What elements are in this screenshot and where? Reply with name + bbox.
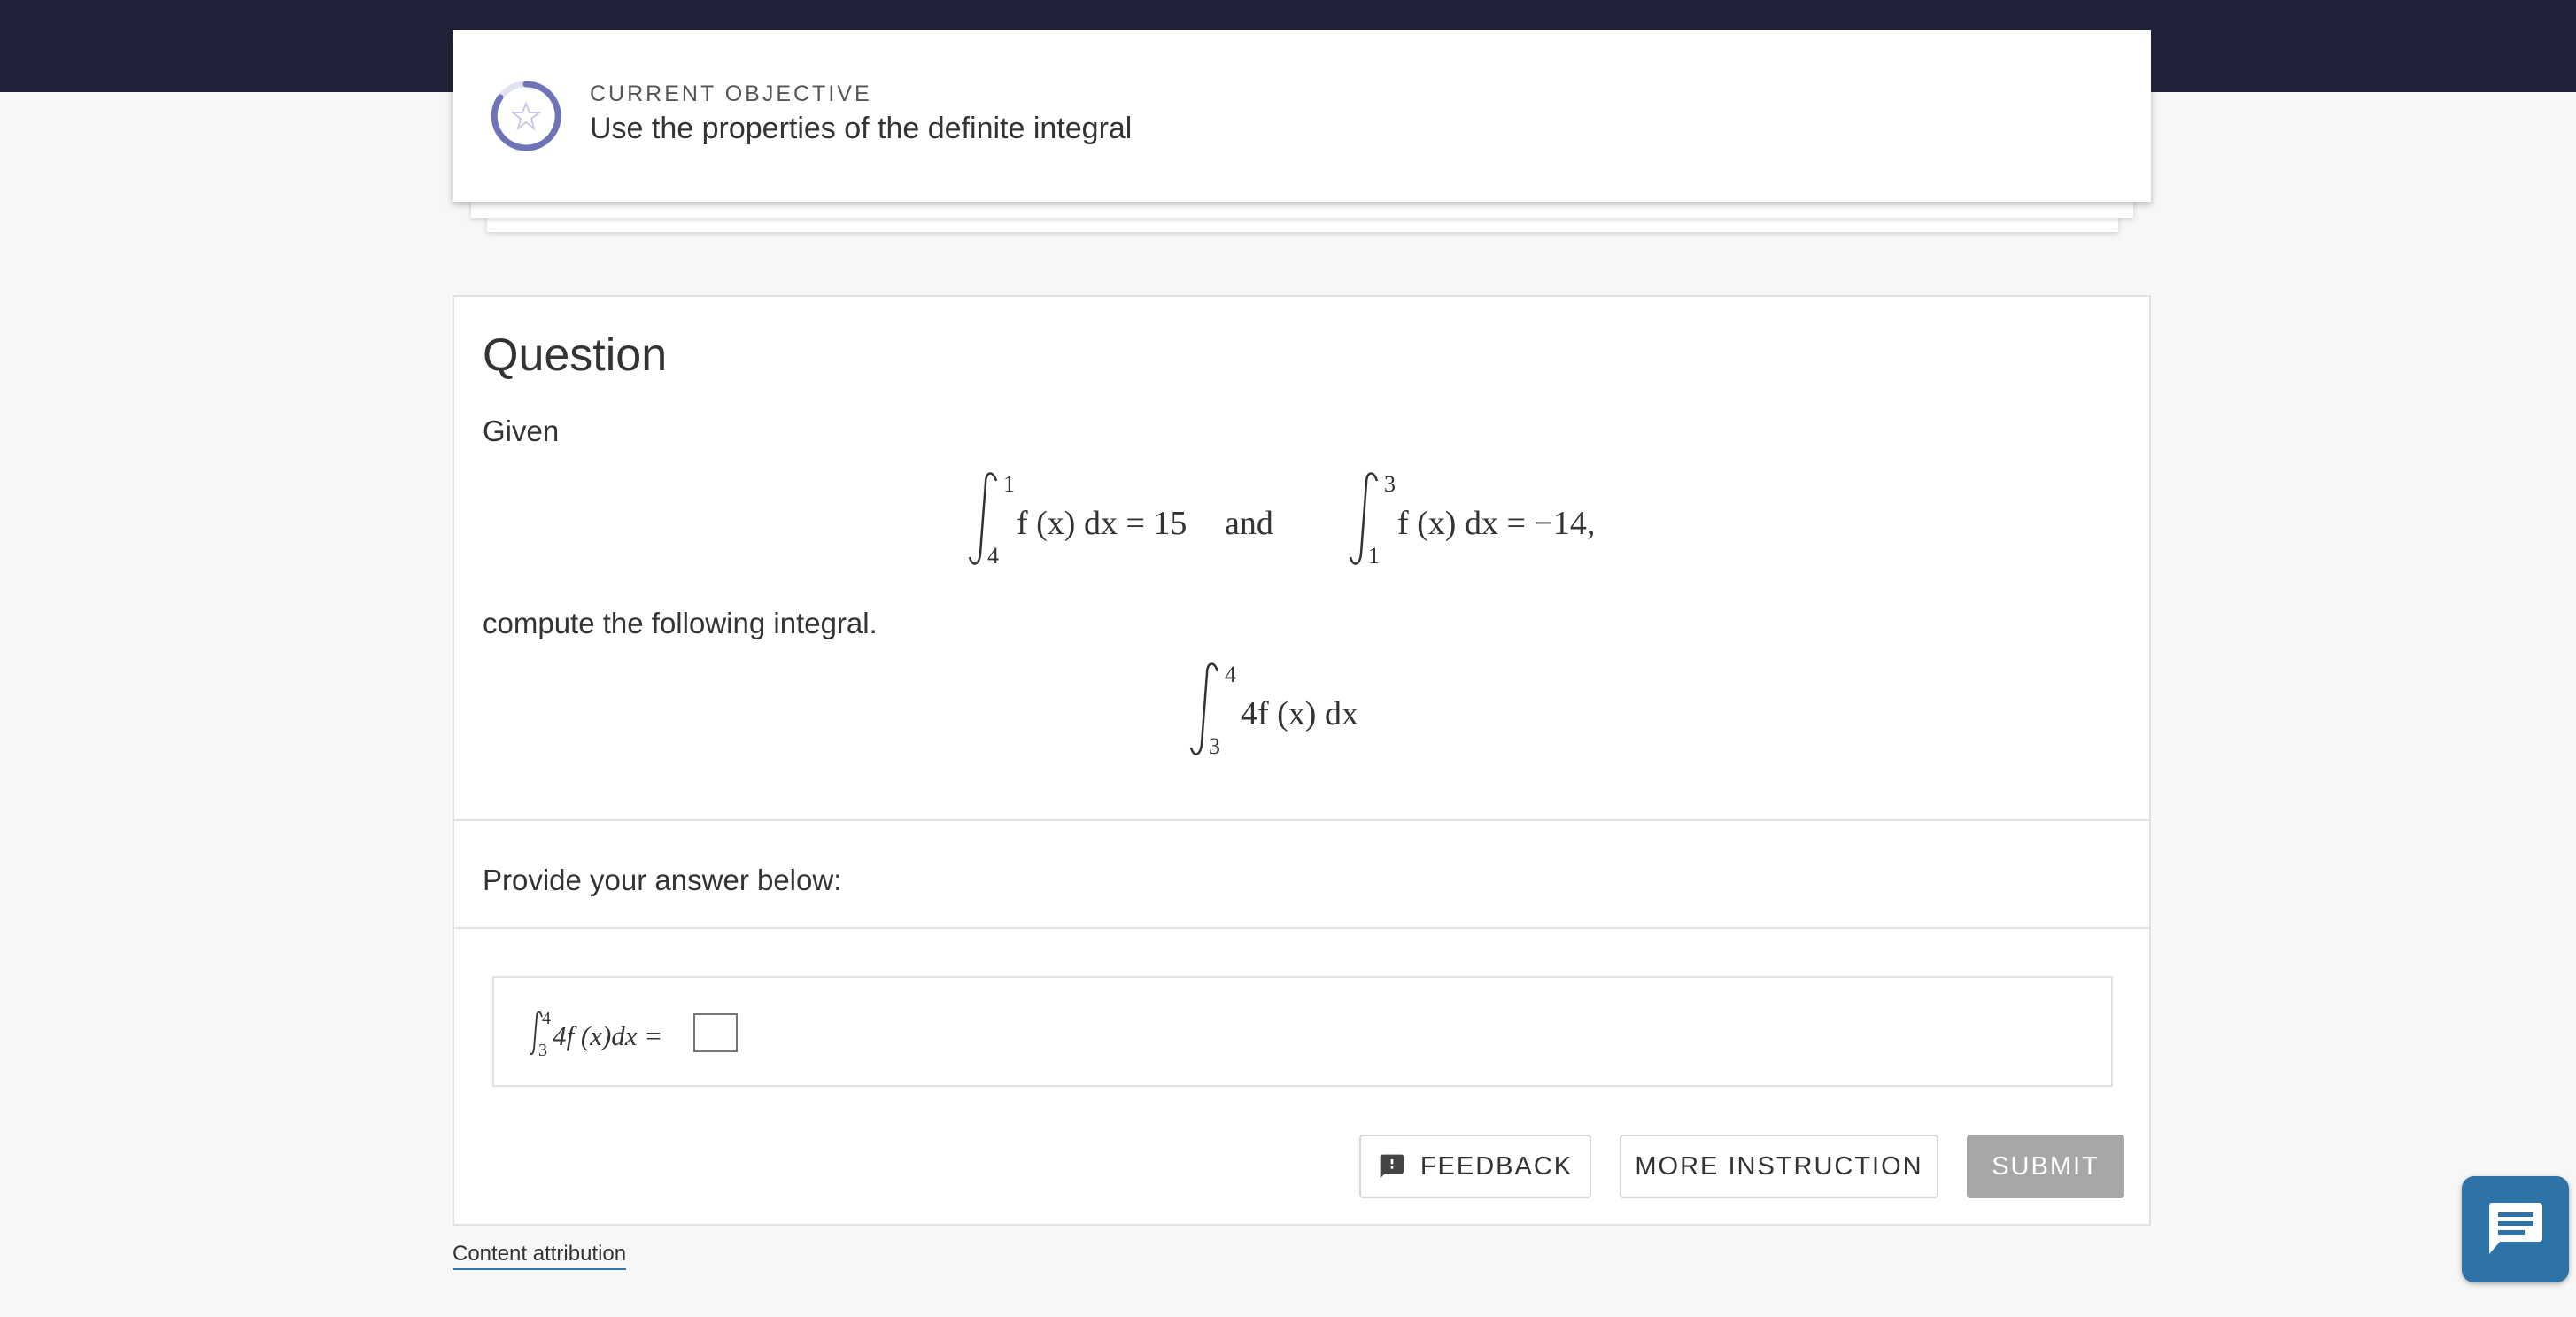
question-heading: Question bbox=[483, 329, 668, 381]
answer-area: 4 3 4f (x)dx = bbox=[492, 976, 2113, 1087]
int2-expression: f (x) dx = −14, bbox=[1397, 505, 1595, 542]
current-objective-card[interactable]: CURRENT OBJECTIVE Use the properties of … bbox=[453, 30, 2151, 202]
int1-upper-limit: 1 bbox=[1003, 471, 1015, 497]
more-instruction-label: MORE INSTRUCTION bbox=[1635, 1151, 1923, 1181]
target-expression: 4f (x) dx bbox=[1241, 695, 1358, 732]
answer-input[interactable] bbox=[693, 1013, 738, 1052]
question-card: Question Given 1 4 f (x) dx = 15 and 3 1… bbox=[453, 295, 2151, 1226]
equation-connector: and bbox=[1225, 505, 1273, 542]
objective-progress-star-icon bbox=[491, 81, 561, 151]
chat-button[interactable] bbox=[2462, 1176, 2569, 1282]
int1-expression: f (x) dx = 15 bbox=[1017, 505, 1187, 542]
question-given-text: Given bbox=[483, 414, 560, 447]
submit-button-label: SUBMIT bbox=[1992, 1151, 2100, 1181]
answer-lower-limit: 3 bbox=[538, 1041, 547, 1060]
more-instruction-button[interactable]: MORE INSTRUCTION bbox=[1620, 1135, 1938, 1198]
int1-lower-limit: 4 bbox=[987, 543, 999, 569]
feedback-button[interactable]: FEEDBACK bbox=[1359, 1135, 1591, 1198]
int2-lower-limit: 1 bbox=[1368, 543, 1380, 569]
objective-title: Use the properties of the definite integ… bbox=[590, 112, 1133, 145]
objective-label: CURRENT OBJECTIVE bbox=[590, 81, 872, 106]
target-integral: 4 3 4f (x) dx bbox=[1189, 662, 1358, 759]
chat-icon bbox=[2489, 1203, 2542, 1254]
target-upper-limit: 4 bbox=[1225, 662, 1236, 687]
divider bbox=[454, 927, 2149, 929]
content-attribution-link[interactable]: Content attribution bbox=[453, 1242, 627, 1270]
feedback-button-label: FEEDBACK bbox=[1420, 1151, 1574, 1181]
answer-upper-limit: 4 bbox=[542, 1009, 551, 1028]
answer-integrand: 4f (x)dx = bbox=[553, 1020, 662, 1051]
answer-prompt: Provide your answer below: bbox=[483, 864, 842, 896]
feedback-icon bbox=[1380, 1154, 1404, 1179]
submit-button[interactable]: SUBMIT bbox=[1967, 1135, 2124, 1198]
given-equation: 1 4 f (x) dx = 15 and 3 1 f (x) dx = −14… bbox=[968, 471, 1595, 569]
int2-upper-limit: 3 bbox=[1384, 471, 1396, 497]
target-lower-limit: 3 bbox=[1209, 733, 1220, 759]
divider bbox=[454, 819, 2149, 821]
question-compute-text: compute the following integral. bbox=[483, 607, 878, 639]
